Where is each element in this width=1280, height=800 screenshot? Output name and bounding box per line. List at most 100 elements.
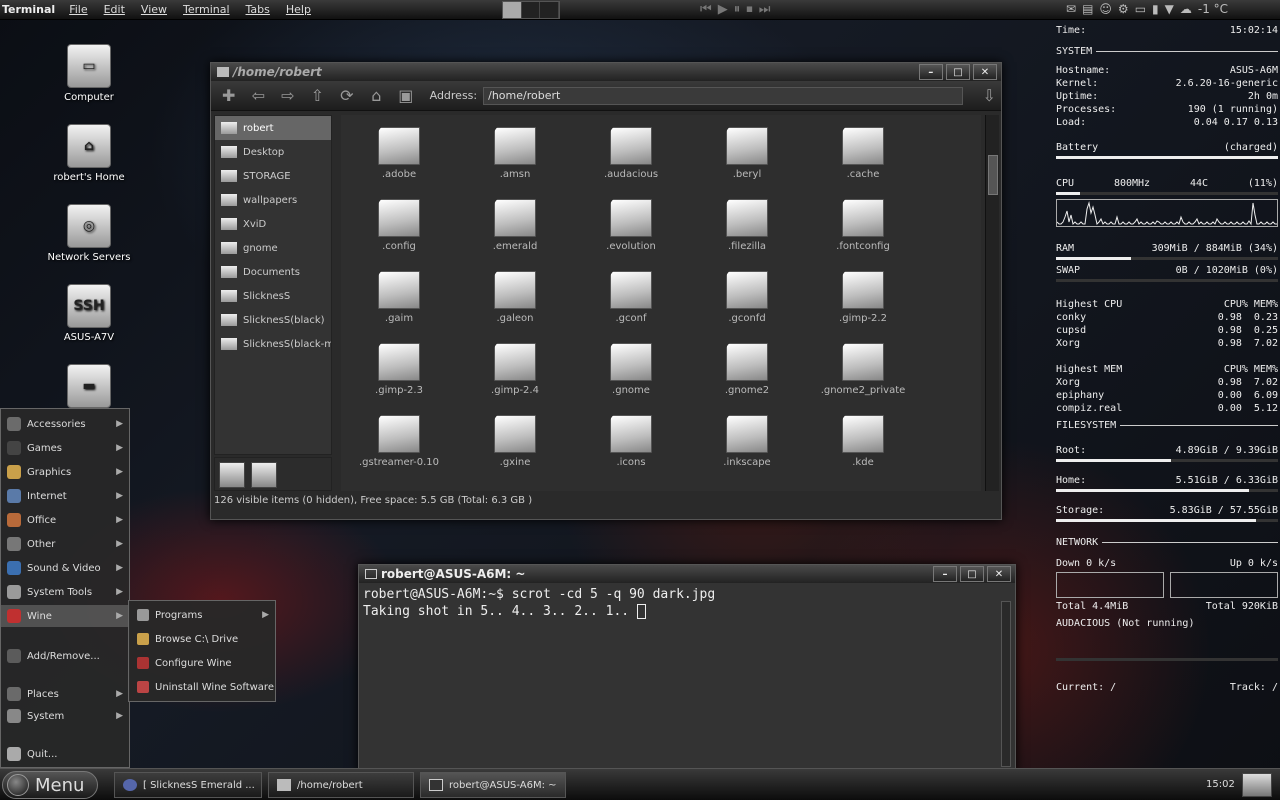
file-item[interactable]: .gnome2_private (813, 343, 913, 396)
workspace-2[interactable] (522, 2, 541, 18)
prev-track-icon[interactable]: ⏮ (700, 2, 712, 17)
wine-menu-item[interactable]: Uninstall Wine Software (129, 675, 275, 699)
app-menu-item[interactable]: System Tools ▶ (1, 581, 129, 603)
app-menu-item[interactable]: Other ▶ (1, 533, 129, 555)
file-item[interactable]: .config (349, 199, 449, 252)
app-menu-item[interactable]: Quit... (1, 743, 129, 765)
file-item[interactable]: .cache (813, 127, 913, 180)
app-menu-item[interactable]: Games ▶ (1, 437, 129, 459)
scrollbar-thumb[interactable] (988, 155, 998, 195)
app-menu-item[interactable]: Graphics ▶ (1, 461, 129, 483)
reload-icon[interactable]: ⟳ (335, 85, 359, 107)
window-list-icon[interactable]: ▭ (1135, 2, 1146, 16)
menu-view[interactable]: View (133, 3, 175, 16)
file-item[interactable]: .gconfd (697, 271, 797, 324)
app-menu-item[interactable]: Internet ▶ (1, 485, 129, 507)
stop-icon[interactable]: ⏹ (746, 2, 753, 17)
menu-tabs[interactable]: Tabs (238, 3, 278, 16)
app-menu-item[interactable]: Sound & Video ▶ (1, 557, 129, 579)
file-item[interactable]: .amsn (465, 127, 565, 180)
weather-icon[interactable]: ☁ (1180, 2, 1192, 16)
mail-icon[interactable]: ✉ (1066, 2, 1076, 16)
app-menu-item[interactable]: Add/Remove... (1, 645, 129, 667)
task-terminal[interactable]: robert@ASUS-A6M: ~ (420, 772, 566, 798)
desktop-icon-home[interactable]: ⌂ robert's Home (39, 124, 139, 183)
sidebar-item[interactable]: XviD (215, 212, 331, 236)
desktop-icon-computer[interactable]: ▭ Computer (39, 44, 139, 103)
file-item[interactable]: .icons (581, 415, 681, 468)
file-item[interactable]: .inkscape (697, 415, 797, 468)
sidebar-item[interactable]: SlicknesS(black) (215, 308, 331, 332)
menu-edit[interactable]: Edit (96, 3, 133, 16)
workspace-1[interactable] (503, 2, 522, 18)
app-menu-item[interactable]: System ▶ (1, 705, 129, 727)
menu-button[interactable]: Menu (2, 771, 98, 799)
file-item[interactable]: .filezilla (697, 199, 797, 252)
file-manager-titlebar[interactable]: /home/robert – □ ✕ (211, 63, 1001, 81)
terminal-output[interactable]: robert@ASUS-A6M:~$ scrot -cd 5 -q 90 dar… (359, 583, 1015, 623)
file-item[interactable]: .adobe (349, 127, 449, 180)
menu-help[interactable]: Help (278, 3, 319, 16)
forward-icon[interactable]: ⇨ (276, 85, 300, 107)
notes-icon[interactable]: ▤ (1082, 2, 1093, 16)
app-menu-item[interactable]: Places ▶ (1, 683, 129, 705)
desktop-icon-ssh[interactable]: SSH ASUS-A7V (39, 284, 139, 343)
folder-view-icon[interactable]: ▣ (394, 85, 418, 107)
workspace-switcher[interactable] (502, 1, 560, 19)
file-item[interactable]: .gimp-2.4 (465, 343, 565, 396)
menu-file[interactable]: File (61, 3, 95, 16)
file-item[interactable]: .gimp-2.2 (813, 271, 913, 324)
new-icon[interactable]: ✚ (217, 85, 241, 107)
sidebar-item[interactable]: robert (215, 116, 331, 140)
file-item[interactable]: .beryl (697, 127, 797, 180)
battery-icon[interactable]: ▮ (1152, 2, 1159, 16)
pause-icon[interactable]: ⏸ (734, 2, 741, 17)
file-item[interactable]: .audacious (581, 127, 681, 180)
file-item[interactable]: .gnome2 (697, 343, 797, 396)
maximize-button[interactable]: □ (946, 64, 970, 80)
file-item[interactable]: .gconf (581, 271, 681, 324)
file-item[interactable]: .gnome (581, 343, 681, 396)
sidebar-item[interactable]: SlicknesS (215, 284, 331, 308)
taskbar-clock[interactable]: 15:02 (1206, 779, 1235, 790)
terminal-scrollbar[interactable] (1001, 601, 1011, 767)
go-icon[interactable]: ⇩ (977, 85, 1001, 107)
back-icon[interactable]: ⇦ (247, 85, 271, 107)
close-button[interactable]: ✕ (973, 64, 997, 80)
wine-menu-item[interactable]: Programs ▶ (129, 603, 275, 627)
sidebar-item[interactable]: STORAGE (215, 164, 331, 188)
app-menu-item[interactable]: Office ▶ (1, 509, 129, 531)
menu-terminal[interactable]: Terminal (175, 3, 238, 16)
wine-menu-item[interactable]: Configure Wine (129, 651, 275, 675)
desktop-icon-network[interactable]: ◎ Network Servers (39, 204, 139, 263)
wine-menu-item[interactable]: Browse C:\ Drive (129, 627, 275, 651)
up-icon[interactable]: ⇧ (306, 85, 330, 107)
minimize-button[interactable]: – (919, 64, 943, 80)
desktop-icon-storage[interactable]: ▬ (39, 364, 139, 412)
address-input[interactable] (483, 86, 964, 105)
file-item[interactable]: .gaim (349, 271, 449, 324)
tree-pane-icon[interactable] (251, 462, 277, 488)
workspace-3[interactable] (540, 2, 560, 18)
play-icon[interactable]: ▶ (718, 2, 728, 17)
user-icon[interactable]: ☺ (1099, 2, 1112, 16)
sidebar-item[interactable]: gnome (215, 236, 331, 260)
file-item[interactable]: .gimp-2.3 (349, 343, 449, 396)
sidebar-item[interactable]: Documents (215, 260, 331, 284)
file-item[interactable]: .evolution (581, 199, 681, 252)
file-item[interactable]: .fontconfig (813, 199, 913, 252)
app-menu-item[interactable]: Wine ▶ (1, 605, 129, 627)
close-button[interactable]: ✕ (987, 566, 1011, 582)
file-item[interactable]: .kde (813, 415, 913, 468)
task-emerald[interactable]: [ SlicknesS Emerald ... (114, 772, 262, 798)
app-menu-item[interactable]: Accessories ▶ (1, 413, 129, 435)
terminal-titlebar[interactable]: robert@ASUS-A6M: ~ – □ ✕ (359, 565, 1015, 583)
file-item[interactable]: .gxine (465, 415, 565, 468)
home-nav-icon[interactable]: ⌂ (365, 85, 389, 107)
network-icon[interactable]: ▼ (1165, 2, 1174, 16)
minimize-button[interactable]: – (933, 566, 957, 582)
file-item[interactable]: .emerald (465, 199, 565, 252)
next-track-icon[interactable]: ⏭ (759, 2, 771, 17)
show-desktop-icon[interactable] (1242, 773, 1272, 797)
file-grid-scrollbar[interactable] (985, 115, 999, 491)
